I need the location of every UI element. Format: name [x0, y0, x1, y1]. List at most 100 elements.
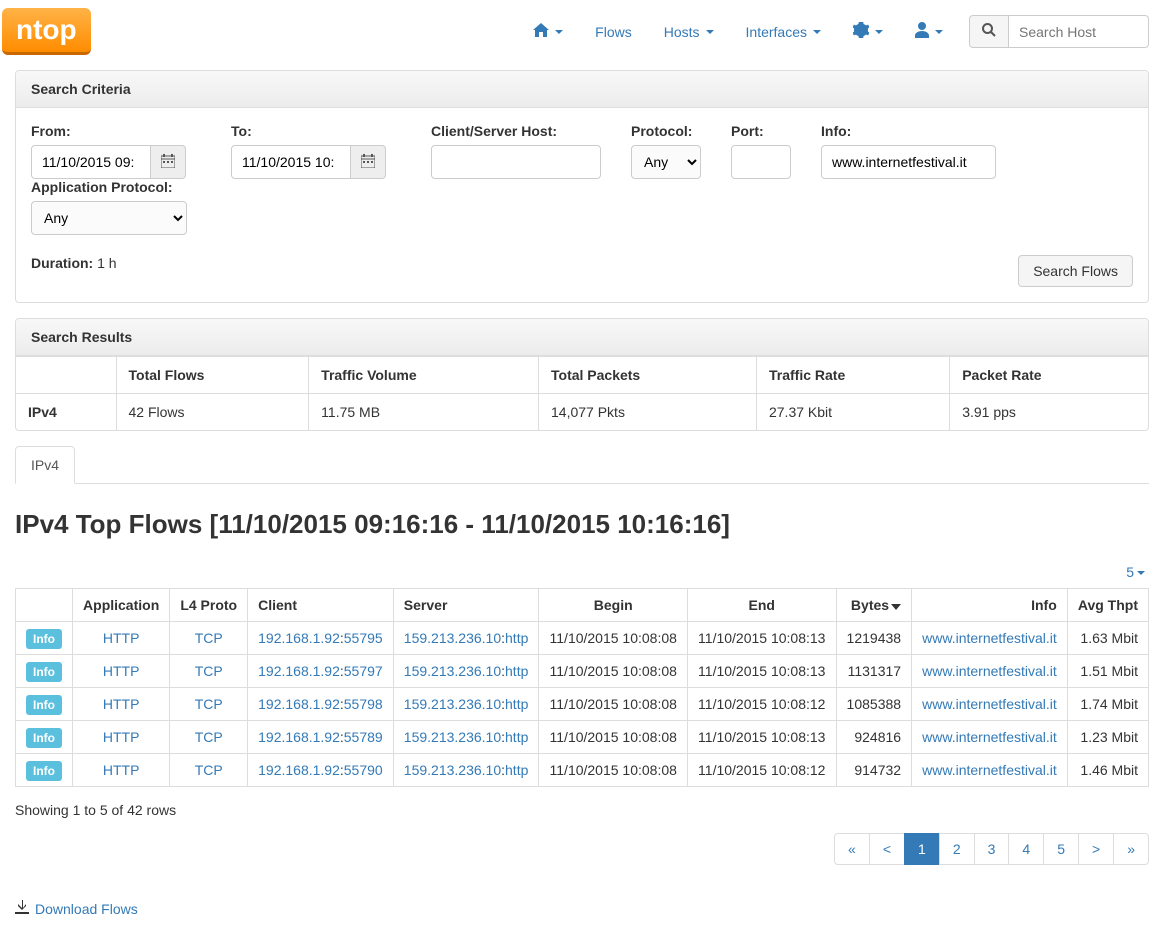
l4proto-link[interactable]: TCP	[195, 663, 223, 679]
l4proto-link[interactable]: TCP	[195, 630, 223, 646]
download-flows-link[interactable]: Download Flows	[15, 900, 1149, 917]
sort-desc-icon	[891, 597, 901, 613]
begin-cell: 11/10/2015 10:08:08	[539, 721, 688, 754]
server-port-link[interactable]: http	[505, 630, 528, 646]
caret-down-icon	[935, 30, 943, 34]
duration-label: Duration:	[31, 255, 93, 271]
info-badge[interactable]: Info	[26, 629, 62, 649]
results-row-label: IPv4	[28, 404, 57, 420]
info-badge[interactable]: Info	[26, 761, 62, 781]
client-ip-link[interactable]: 192.168.1.92	[258, 630, 340, 646]
nav-user[interactable]	[901, 12, 957, 51]
results-header-blank	[16, 357, 116, 394]
application-link[interactable]: HTTP	[103, 630, 140, 646]
info-badge[interactable]: Info	[26, 662, 62, 682]
application-link[interactable]: HTTP	[103, 762, 140, 778]
page-size-value: 5	[1126, 564, 1134, 580]
col-info[interactable]: Info	[912, 589, 1068, 622]
nav-settings[interactable]	[839, 12, 897, 51]
application-link[interactable]: HTTP	[103, 696, 140, 712]
page-link[interactable]: «	[834, 833, 870, 865]
client-port-link[interactable]: 55789	[344, 729, 383, 745]
client-ip-link[interactable]: 192.168.1.92	[258, 729, 340, 745]
server-port-link[interactable]: http	[505, 729, 528, 745]
page-link[interactable]: 4	[1008, 833, 1044, 865]
client-server-host-input[interactable]	[431, 145, 601, 179]
caret-down-icon	[555, 30, 563, 34]
port-input[interactable]	[731, 145, 791, 179]
nav-hosts[interactable]: Hosts	[650, 14, 728, 50]
info-link[interactable]: www.internetfestival.it	[922, 762, 1057, 778]
from-input[interactable]	[31, 145, 151, 179]
col-l4proto[interactable]: L4 Proto	[170, 589, 248, 622]
nav-flows[interactable]: Flows	[581, 14, 646, 50]
search-flows-button[interactable]: Search Flows	[1018, 255, 1133, 287]
search-button[interactable]	[969, 15, 1009, 48]
page-size-selector[interactable]: 5	[15, 560, 1149, 588]
results-traffic-volume: 11.75 MB	[309, 394, 539, 431]
col-end[interactable]: End	[687, 589, 836, 622]
page-link[interactable]: »	[1113, 833, 1149, 865]
search-host-input[interactable]	[1009, 15, 1149, 48]
app-protocol-select[interactable]: Any	[31, 201, 187, 235]
client-ip-link[interactable]: 192.168.1.92	[258, 696, 340, 712]
server-port-link[interactable]: http	[505, 762, 528, 778]
l4proto-link[interactable]: TCP	[195, 696, 223, 712]
info-link[interactable]: www.internetfestival.it	[922, 729, 1057, 745]
top-flows-title: IPv4 Top Flows [11/10/2015 09:16:16 - 11…	[15, 509, 1149, 540]
bytes-cell: 924816	[836, 721, 912, 754]
nav-interfaces[interactable]: Interfaces	[732, 14, 835, 50]
info-badge[interactable]: Info	[26, 728, 62, 748]
results-total-packets: 14,077 Pkts	[539, 394, 757, 431]
server-ip-link[interactable]: 159.213.236.10	[404, 663, 501, 679]
nav-home[interactable]	[519, 13, 577, 50]
page-link[interactable]: 5	[1043, 833, 1079, 865]
col-begin[interactable]: Begin	[539, 589, 688, 622]
server-port-link[interactable]: http	[505, 663, 528, 679]
col-bytes[interactable]: Bytes	[836, 589, 912, 622]
client-ip-link[interactable]: 192.168.1.92	[258, 762, 340, 778]
nav-hosts-label: Hosts	[664, 24, 700, 40]
tab-ipv4[interactable]: IPv4	[15, 446, 75, 484]
gear-icon	[853, 22, 869, 41]
server-ip-link[interactable]: 159.213.236.10	[404, 729, 501, 745]
server-ip-link[interactable]: 159.213.236.10	[404, 630, 501, 646]
col-client[interactable]: Client	[248, 589, 394, 622]
info-link[interactable]: www.internetfestival.it	[922, 663, 1057, 679]
table-row: InfoHTTPTCP192.168.1.92:55795159.213.236…	[16, 622, 1149, 655]
avg-thpt-cell: 1.63 Mbit	[1067, 622, 1148, 655]
page-link[interactable]: >	[1078, 833, 1114, 865]
server-ip-link[interactable]: 159.213.236.10	[404, 762, 501, 778]
info-link[interactable]: www.internetfestival.it	[922, 696, 1057, 712]
info-badge[interactable]: Info	[26, 695, 62, 715]
l4proto-link[interactable]: TCP	[195, 762, 223, 778]
to-label: To:	[231, 123, 401, 139]
server-port-link[interactable]: http	[505, 696, 528, 712]
bytes-cell: 1131317	[836, 655, 912, 688]
avg-thpt-cell: 1.74 Mbit	[1067, 688, 1148, 721]
col-application[interactable]: Application	[73, 589, 170, 622]
page-link[interactable]: 1	[904, 833, 940, 865]
logo[interactable]: ntop	[2, 8, 91, 55]
client-port-link[interactable]: 55798	[344, 696, 383, 712]
client-ip-link[interactable]: 192.168.1.92	[258, 663, 340, 679]
server-ip-link[interactable]: 159.213.236.10	[404, 696, 501, 712]
page-link[interactable]: <	[869, 833, 905, 865]
client-port-link[interactable]: 55795	[344, 630, 383, 646]
info-input[interactable]	[821, 145, 996, 179]
col-avg-thpt[interactable]: Avg Thpt	[1067, 589, 1148, 622]
caret-down-icon	[1137, 571, 1145, 575]
client-port-link[interactable]: 55790	[344, 762, 383, 778]
to-datepicker-button[interactable]	[351, 145, 386, 179]
client-port-link[interactable]: 55797	[344, 663, 383, 679]
from-datepicker-button[interactable]	[151, 145, 186, 179]
application-link[interactable]: HTTP	[103, 663, 140, 679]
page-link[interactable]: 2	[939, 833, 975, 865]
info-link[interactable]: www.internetfestival.it	[922, 630, 1057, 646]
page-link[interactable]: 3	[974, 833, 1010, 865]
l4proto-link[interactable]: TCP	[195, 729, 223, 745]
col-server[interactable]: Server	[393, 589, 539, 622]
protocol-select[interactable]: Any	[631, 145, 701, 179]
to-input[interactable]	[231, 145, 351, 179]
application-link[interactable]: HTTP	[103, 729, 140, 745]
